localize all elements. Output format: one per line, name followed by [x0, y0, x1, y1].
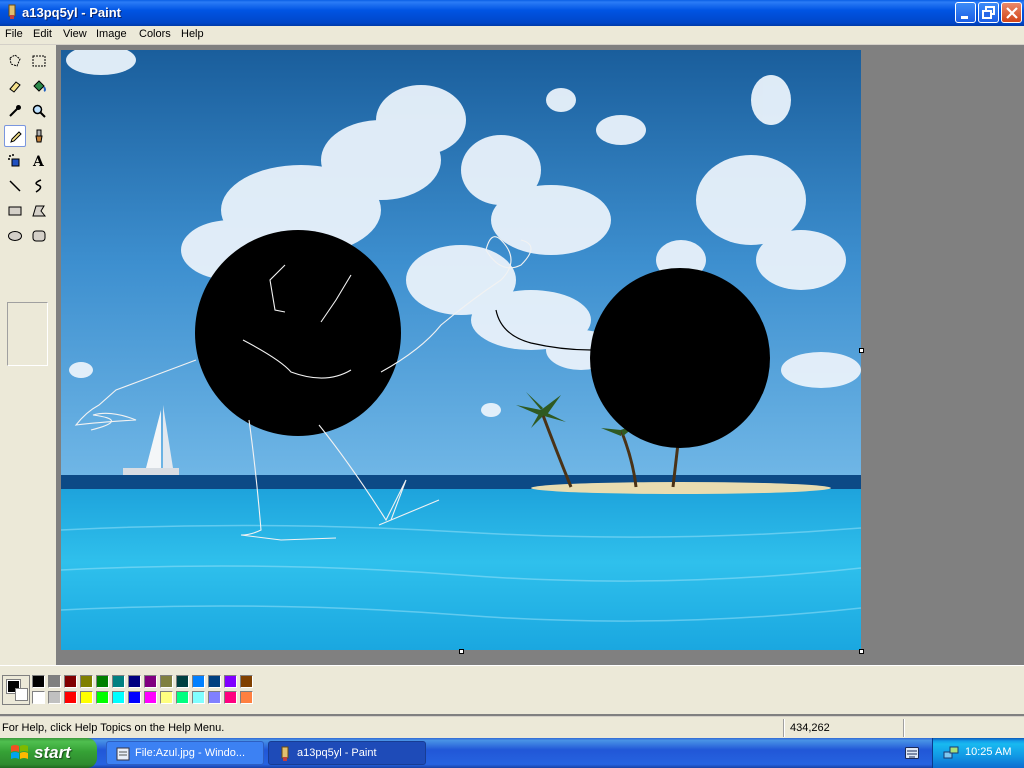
- eraser-icon[interactable]: [4, 75, 26, 97]
- taskbar-item-label: File:Azul.jpg - Windo...: [135, 747, 246, 759]
- palette-swatch[interactable]: [240, 675, 253, 688]
- status-bar: For Help, click Help Topics on the Help …: [0, 716, 1024, 739]
- tool-box: A: [0, 45, 56, 665]
- palette-swatch[interactable]: [176, 675, 189, 688]
- palette-swatch[interactable]: [160, 675, 173, 688]
- restore-button[interactable]: [978, 2, 999, 23]
- paint-app-icon: [8, 4, 16, 19]
- brush-icon[interactable]: [28, 125, 50, 147]
- pencil-icon[interactable]: [4, 125, 26, 147]
- palette-swatch[interactable]: [112, 675, 125, 688]
- select-icon[interactable]: [28, 50, 50, 72]
- clock: 10:25 AM: [965, 746, 1012, 758]
- menu-view[interactable]: View: [63, 28, 87, 40]
- tool-options-box[interactable]: [7, 302, 48, 366]
- palette-swatch[interactable]: [144, 675, 157, 688]
- beach-image: [61, 50, 861, 650]
- palette-swatch[interactable]: [80, 691, 93, 704]
- palette-swatch[interactable]: [224, 675, 237, 688]
- line-icon[interactable]: [4, 175, 26, 197]
- rounded-rectangle-icon[interactable]: [28, 225, 50, 247]
- palette-swatch[interactable]: [224, 691, 237, 704]
- menu-help[interactable]: Help: [181, 28, 204, 40]
- start-label: start: [34, 743, 71, 762]
- taskbar: start File:Azul.jpg - Windo... a13pq5yl …: [0, 738, 1024, 768]
- palette-swatch[interactable]: [96, 675, 109, 688]
- palette-swatch[interactable]: [48, 675, 61, 688]
- palette-swatch[interactable]: [192, 675, 205, 688]
- drawing-canvas[interactable]: [61, 50, 861, 650]
- file-page-icon: [116, 747, 130, 761]
- resize-handle-right[interactable]: [859, 348, 864, 353]
- close-button[interactable]: [1001, 2, 1022, 23]
- title-bar[interactable]: a13pq5yl - Paint: [0, 0, 1024, 26]
- menu-edit[interactable]: Edit: [33, 28, 52, 40]
- taskbar-item-browser[interactable]: File:Azul.jpg - Windo...: [106, 741, 264, 765]
- palette-swatch[interactable]: [64, 675, 77, 688]
- palette-swatch[interactable]: [192, 691, 205, 704]
- palette-swatch[interactable]: [48, 691, 61, 704]
- resize-handle-bottom[interactable]: [459, 649, 464, 654]
- palette-swatch[interactable]: [32, 691, 45, 704]
- resize-handle-corner[interactable]: [859, 649, 864, 654]
- palette-swatch[interactable]: [128, 675, 141, 688]
- start-button[interactable]: start: [0, 738, 97, 768]
- window-title: a13pq5yl - Paint: [22, 5, 121, 20]
- palette-swatch[interactable]: [64, 691, 77, 704]
- keyboard-icon[interactable]: [905, 747, 919, 759]
- free-form-select-icon[interactable]: [4, 50, 26, 72]
- curve-icon[interactable]: [28, 175, 50, 197]
- polygon-icon[interactable]: [28, 200, 50, 222]
- palette-swatch[interactable]: [160, 691, 173, 704]
- pick-color-icon[interactable]: [4, 100, 26, 122]
- color-palette: [0, 665, 1024, 714]
- magnifier-icon[interactable]: [28, 100, 50, 122]
- palette-swatch[interactable]: [208, 691, 221, 704]
- airbrush-icon[interactable]: [4, 150, 26, 172]
- status-help-text: For Help, click Help Topics on the Help …: [2, 722, 225, 734]
- windows-logo-icon: [11, 745, 28, 759]
- minimize-button[interactable]: [955, 2, 976, 23]
- palette-swatch[interactable]: [176, 691, 189, 704]
- palette-swatch[interactable]: [112, 691, 125, 704]
- ellipse-icon[interactable]: [4, 225, 26, 247]
- palette-swatch[interactable]: [32, 675, 45, 688]
- system-tray: 10:25 AM: [932, 738, 1024, 768]
- menu-image[interactable]: Image: [96, 28, 127, 40]
- taskbar-item-paint[interactable]: a13pq5yl - Paint: [268, 741, 426, 765]
- paint-app-icon: [281, 746, 289, 761]
- palette-swatch[interactable]: [144, 691, 157, 704]
- current-colors: [2, 675, 30, 705]
- taskbar-item-label: a13pq5yl - Paint: [297, 747, 377, 759]
- status-separator: [783, 719, 785, 737]
- svg-text:A: A: [32, 154, 45, 169]
- palette-swatch[interactable]: [80, 675, 93, 688]
- network-icon[interactable]: [943, 745, 959, 761]
- fill-icon[interactable]: [28, 75, 50, 97]
- text-icon[interactable]: A: [28, 150, 50, 172]
- rectangle-icon[interactable]: [4, 200, 26, 222]
- menu-file[interactable]: File: [5, 28, 23, 40]
- palette-swatch[interactable]: [128, 691, 141, 704]
- palette-swatch[interactable]: [96, 691, 109, 704]
- status-separator: [903, 719, 905, 737]
- background-color: [15, 688, 28, 701]
- menu-colors[interactable]: Colors: [139, 28, 171, 40]
- cursor-coordinates: 434,262: [790, 722, 830, 734]
- palette-swatch[interactable]: [208, 675, 221, 688]
- palette-swatch[interactable]: [240, 691, 253, 704]
- menu-bar: File Edit View Image Colors Help: [0, 26, 1024, 45]
